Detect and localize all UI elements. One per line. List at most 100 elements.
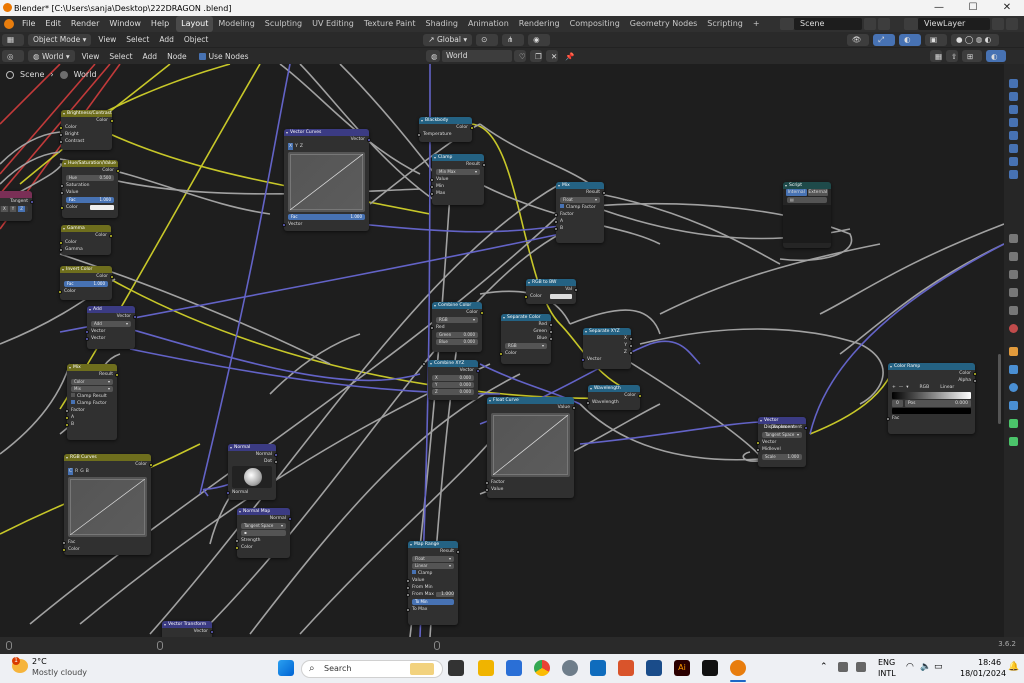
space-dropdown[interactable]: Tangent Space ▾ [762, 432, 802, 438]
use-nodes-toggle[interactable]: Use Nodes [193, 50, 254, 62]
camera-tab-icon[interactable] [1009, 105, 1018, 114]
input-socket[interactable] [499, 351, 503, 356]
scene-selector[interactable]: Scene [780, 18, 890, 30]
world-datablock[interactable]: ◍ World ♡ ❐ ✕ 📌 [424, 50, 579, 62]
color-swatch[interactable] [90, 205, 114, 210]
modifier-tab-icon[interactable] [1009, 365, 1018, 374]
chevron-up-icon[interactable]: ⌃ [820, 662, 828, 672]
position-field[interactable]: Pos 0.000 [904, 400, 971, 407]
overlay-node-icon[interactable]: ◐ [986, 50, 1006, 62]
blender-menu-icon[interactable] [4, 19, 14, 29]
remove-stop-button[interactable]: — [899, 384, 904, 391]
channel-buttons[interactable]: CRGB [64, 468, 151, 475]
output-socket[interactable] [804, 425, 808, 430]
output-socket[interactable] [110, 118, 114, 123]
to-min-field[interactable]: To Min [412, 599, 454, 605]
input-socket[interactable] [62, 547, 66, 552]
node-combine-xyz[interactable]: Combine XYZ Vector X 0.000 Y 0.000 Z 0.000 [422, 360, 480, 400]
camera-tab-icon[interactable] [1009, 131, 1018, 140]
node-normal[interactable]: Normal Normal Dot Normal [226, 444, 278, 500]
duplicate-world-icon[interactable]: ❐ [530, 50, 542, 62]
output-socket[interactable] [480, 310, 484, 315]
gizmo-icon[interactable]: ⤢ [873, 33, 895, 46]
tab-shading[interactable]: Shading [420, 16, 463, 32]
task-view-icon[interactable] [448, 660, 464, 676]
xray-icon[interactable]: ▣ [925, 33, 947, 46]
input-socket[interactable] [406, 607, 410, 612]
node-wavelength[interactable]: Wavelength Color Wavelength [586, 385, 642, 410]
output-socket[interactable] [973, 378, 977, 383]
tool-tab-icon[interactable] [1009, 234, 1018, 243]
output-socket[interactable] [30, 199, 34, 204]
vertical-scrollbar[interactable] [998, 354, 1001, 424]
clamp-factor-checkbox[interactable]: Clamp Factor [556, 204, 604, 211]
node-gamma[interactable]: Gamma Color Color Gamma [59, 225, 113, 255]
object-mode-dropdown[interactable]: Object Mode ▾ [28, 33, 92, 46]
node-rgb-curves[interactable]: RGB Curves Color CRGB Fac Color [62, 454, 153, 555]
from-max-value[interactable]: 1.000 [436, 592, 454, 597]
input-socket[interactable] [59, 247, 63, 252]
channel-z-button[interactable]: Z [300, 143, 303, 150]
curve-widget[interactable] [68, 477, 147, 537]
tab-geometry-nodes[interactable]: Geometry Nodes [625, 16, 702, 32]
menu-file[interactable]: File [17, 16, 40, 32]
channel-r-button[interactable]: R [75, 468, 78, 475]
tab-rendering[interactable]: Rendering [514, 16, 565, 32]
input-socket[interactable] [554, 226, 558, 231]
input-socket[interactable] [485, 487, 489, 492]
node-clamp[interactable]: Clamp Result Min Max ▾ Value Min Max [430, 154, 486, 205]
input-socket[interactable] [59, 125, 63, 130]
space-dropdown[interactable]: Tangent Space ▾ [241, 523, 286, 529]
node-brightness-contrast[interactable]: Brightness/Contrast Color Color Bright C… [59, 110, 114, 150]
pin-icon[interactable]: 📌 [560, 52, 579, 61]
view-layer-tab-icon[interactable] [1009, 288, 1018, 297]
z-field[interactable]: Z 0.000 [432, 389, 474, 395]
output-socket[interactable] [116, 168, 120, 173]
snap-icon[interactable]: ⋔ [502, 33, 525, 46]
input-socket[interactable] [235, 545, 239, 550]
object-tab-icon[interactable] [1009, 347, 1018, 356]
fake-user-icon[interactable]: ♡ [514, 50, 526, 62]
input-socket[interactable] [65, 415, 69, 420]
output-socket[interactable] [288, 516, 292, 521]
node-rgb-to-bw[interactable]: RGB to BW Val Color [524, 279, 578, 304]
output-socket[interactable] [133, 314, 137, 319]
node-hue-saturation-value[interactable]: Hue/Saturation/Value Color Hue 0.500 Satu… [60, 160, 120, 218]
menu-window[interactable]: Window [104, 16, 146, 32]
blend-mode-dropdown[interactable]: Mix ▾ [71, 386, 113, 392]
output-socket[interactable] [274, 459, 278, 464]
settings-icon[interactable] [562, 660, 578, 676]
node-vector-curves[interactable]: Vector Curves Vector XYZ Fac 1.000 Vector [282, 129, 371, 231]
green-field[interactable]: Green 0.000 [436, 332, 478, 338]
input-socket[interactable] [59, 139, 63, 144]
menu-add[interactable]: Add [154, 35, 179, 44]
output-socket[interactable] [549, 329, 553, 334]
view-layer-name[interactable]: ViewLayer [918, 18, 990, 30]
keyboard-layout[interactable]: INTL [878, 669, 896, 678]
input-socket[interactable] [554, 212, 558, 217]
internal-button[interactable]: Internal [786, 189, 807, 196]
snap-node-icon[interactable]: ⊞ [962, 50, 982, 62]
channel-b-button[interactable]: B [86, 468, 89, 475]
data-type-dropdown[interactable]: Float ▾ [412, 556, 454, 562]
y-field[interactable]: Y 0.000 [432, 382, 474, 388]
node-separate-xyz[interactable]: Separate XYZ X Y Z Vector [581, 328, 633, 369]
shading-modes[interactable]: ● ◯ ◍ ◐ [951, 33, 999, 46]
input-socket[interactable] [406, 585, 410, 590]
editor-type-node-icon[interactable]: ◎ [2, 50, 24, 62]
channel-g-button[interactable]: G [80, 468, 84, 475]
menu-render[interactable]: Render [66, 16, 104, 32]
clock-time[interactable]: 18:46 [978, 658, 1001, 667]
fac-field[interactable]: Fac 1.000 [64, 281, 108, 287]
script-text-field[interactable]: ▤ [787, 197, 827, 203]
output-socket[interactable] [602, 190, 606, 195]
clamp-type-dropdown[interactable]: Min Max ▾ [436, 169, 480, 175]
input-socket[interactable] [581, 357, 585, 362]
output-socket[interactable] [367, 137, 371, 142]
output-socket[interactable] [274, 452, 278, 457]
clamp-checkbox[interactable]: Clamp [408, 570, 458, 577]
input-socket[interactable] [417, 132, 421, 137]
constraints-tab-icon[interactable] [1009, 419, 1018, 428]
output-socket[interactable] [572, 405, 576, 410]
output-socket[interactable] [456, 549, 460, 554]
